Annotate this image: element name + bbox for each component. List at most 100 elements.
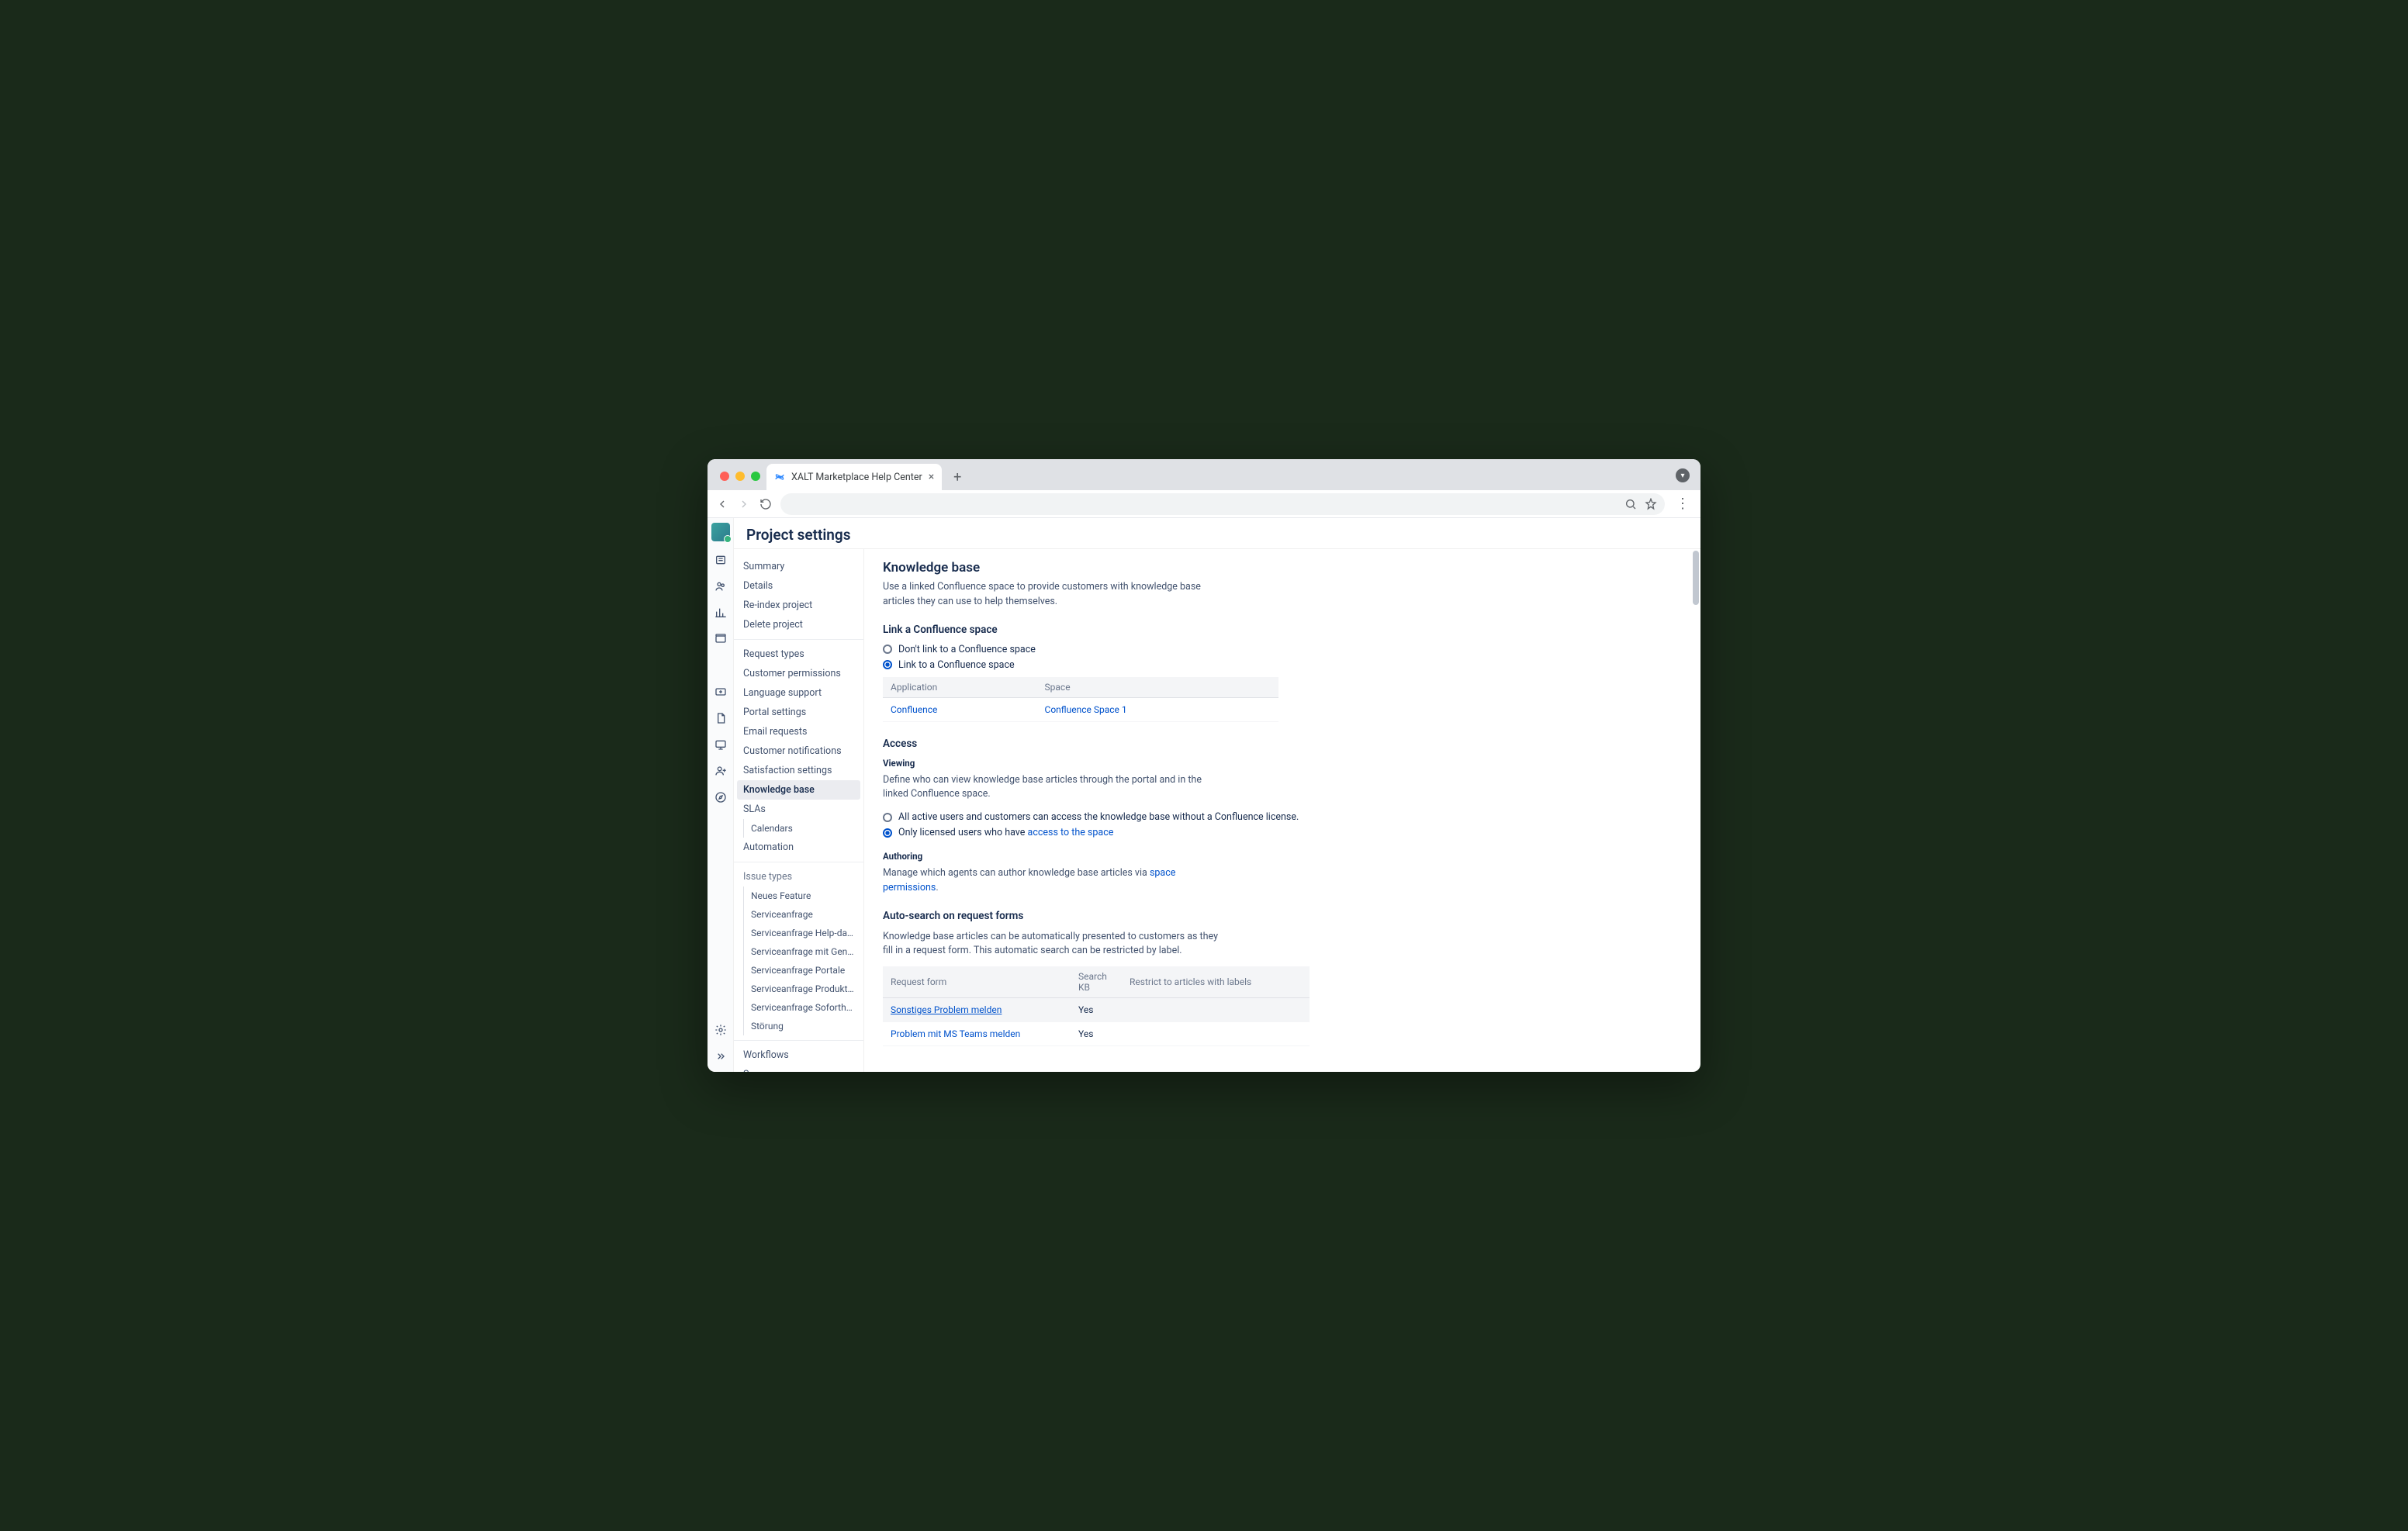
close-window-button[interactable] bbox=[720, 472, 729, 481]
sidebar-issue-type[interactable]: Serviceanfrage Help-davinte... bbox=[734, 924, 863, 942]
bookmark-star-icon[interactable] bbox=[1645, 498, 1657, 510]
authoring-text: Manage which agents can author knowledge… bbox=[883, 866, 1224, 896]
address-bar[interactable] bbox=[780, 493, 1665, 515]
app-root: Project settings SummaryDetailsRe-index … bbox=[708, 518, 1700, 1072]
chrome-toolbar: ⋮ bbox=[708, 490, 1700, 518]
expand-rail-icon[interactable] bbox=[713, 1049, 728, 1064]
sidebar-item[interactable]: Request types bbox=[734, 645, 863, 664]
request-form-link[interactable]: Sonstiges Problem melden bbox=[891, 1004, 1002, 1015]
restrict-cell bbox=[1122, 1022, 1310, 1046]
chrome-tab-strip: XALT Marketplace Help Center × + ▾ bbox=[708, 459, 1700, 490]
sidebar-issue-type[interactable]: Störung bbox=[734, 1017, 863, 1035]
sidebar-item[interactable]: Language support bbox=[734, 683, 863, 703]
table-row[interactable]: Sonstiges Problem melden Yes bbox=[883, 998, 1310, 1022]
sidebar-item[interactable]: Knowledge base bbox=[737, 780, 860, 800]
radio-all-users[interactable]: All active users and customers can acces… bbox=[883, 811, 1682, 823]
kb-title: Knowledge base bbox=[883, 560, 1682, 575]
autosearch-description: Knowledge base articles can be automatic… bbox=[883, 930, 1224, 959]
autosearch-heading: Auto-search on request forms bbox=[883, 910, 1682, 922]
invite-team-icon[interactable] bbox=[713, 763, 728, 779]
viewing-description: Define who can view knowledge base artic… bbox=[883, 773, 1224, 803]
th-request-form: Request form bbox=[883, 966, 1071, 998]
sidebar-issue-type[interactable]: Neues Feature bbox=[734, 886, 863, 905]
page-title: Project settings bbox=[746, 526, 1688, 544]
customers-icon[interactable] bbox=[713, 579, 728, 594]
window-controls bbox=[714, 472, 766, 490]
sidebar-issue-type[interactable]: Serviceanfrage Portale bbox=[734, 961, 863, 980]
access-space-link[interactable]: access to the space bbox=[1028, 827, 1114, 838]
radio-licensed-users[interactable]: Only licensed users who have access to t… bbox=[883, 827, 1682, 838]
channels-icon[interactable] bbox=[713, 737, 728, 752]
link-space-heading: Link a Confluence space bbox=[883, 624, 1682, 636]
search-kb-cell: Yes bbox=[1071, 1022, 1122, 1046]
browser-tab[interactable]: XALT Marketplace Help Center × bbox=[766, 464, 942, 490]
page-header: Project settings bbox=[734, 518, 1700, 549]
search-kb-cell: Yes bbox=[1071, 998, 1122, 1022]
tab-list-button[interactable]: ▾ bbox=[1676, 468, 1690, 482]
space-link[interactable]: Confluence Space 1 bbox=[1045, 704, 1127, 715]
th-search-kb: Search KB bbox=[1071, 966, 1122, 998]
sidebar-item[interactable]: Delete project bbox=[734, 615, 863, 634]
radio-icon bbox=[883, 660, 892, 669]
body: SummaryDetailsRe-index projectDelete pro… bbox=[734, 549, 1700, 1072]
sidebar-item[interactable]: Satisfaction settings bbox=[734, 761, 863, 780]
radio-label: Don't link to a Confluence space bbox=[898, 644, 1036, 655]
sidebar-item[interactable]: Screens bbox=[734, 1065, 863, 1072]
request-forms-table: Request form Search KB Restrict to artic… bbox=[883, 966, 1310, 1046]
radio-link-space[interactable]: Link to a Confluence space bbox=[883, 659, 1682, 671]
sidebar-issue-type[interactable]: Serviceanfrage Produkte & ... bbox=[734, 980, 863, 998]
sidebar-item[interactable]: Workflows bbox=[734, 1045, 863, 1065]
viewing-heading: Viewing bbox=[883, 758, 1682, 769]
sidebar-subitem-calendars[interactable]: Calendars bbox=[734, 819, 863, 838]
sidebar-issue-type[interactable]: Serviceanfrage Soforthilfe bbox=[734, 998, 863, 1017]
raise-request-icon[interactable] bbox=[713, 631, 728, 647]
add-item-icon[interactable] bbox=[713, 684, 728, 700]
sidebar-item[interactable]: Automation bbox=[734, 838, 863, 857]
maximize-window-button[interactable] bbox=[751, 472, 760, 481]
th-application: Application bbox=[883, 677, 1037, 698]
application-link[interactable]: Confluence bbox=[891, 704, 937, 715]
scrollbar-thumb[interactable] bbox=[1693, 551, 1699, 605]
sidebar-item[interactable]: Portal settings bbox=[734, 703, 863, 722]
page-icon[interactable] bbox=[713, 710, 728, 726]
new-tab-button[interactable]: + bbox=[946, 466, 968, 488]
compass-icon[interactable] bbox=[713, 790, 728, 805]
sidebar-item[interactable]: Details bbox=[734, 576, 863, 596]
sidebar-item[interactable]: Customer permissions bbox=[734, 664, 863, 683]
radio-label: Link to a Confluence space bbox=[898, 659, 1015, 671]
table-row[interactable]: Problem mit MS Teams melden Yes bbox=[883, 1022, 1310, 1046]
confluence-favicon-icon bbox=[774, 472, 785, 482]
left-rail bbox=[708, 518, 734, 1072]
project-settings-icon[interactable] bbox=[713, 1022, 728, 1038]
radio-icon bbox=[883, 645, 892, 654]
sidebar-item[interactable]: Email requests bbox=[734, 722, 863, 741]
sidebar-label-issue-types: Issue types bbox=[734, 867, 863, 886]
radio-icon bbox=[883, 813, 892, 822]
reload-button[interactable] bbox=[759, 497, 773, 511]
restrict-cell bbox=[1122, 998, 1310, 1022]
forward-button[interactable] bbox=[737, 497, 751, 511]
back-button[interactable] bbox=[715, 497, 729, 511]
sidebar-item[interactable]: Customer notifications bbox=[734, 741, 863, 761]
access-heading: Access bbox=[883, 738, 1682, 750]
zoom-icon[interactable] bbox=[1624, 498, 1637, 510]
sidebar-issue-type[interactable]: Serviceanfrage mit Genehmi... bbox=[734, 942, 863, 961]
sidebar-issue-type[interactable]: Serviceanfrage bbox=[734, 905, 863, 924]
sidebar-item[interactable]: SLAs bbox=[734, 800, 863, 819]
radio-label: Only licensed users who have access to t… bbox=[898, 827, 1113, 838]
radio-dont-link[interactable]: Don't link to a Confluence space bbox=[883, 644, 1682, 655]
minimize-window-button[interactable] bbox=[735, 472, 745, 481]
tab-close-icon[interactable]: × bbox=[929, 471, 934, 483]
browser-menu-button[interactable]: ⋮ bbox=[1673, 496, 1693, 512]
tab-title: XALT Marketplace Help Center bbox=[791, 472, 922, 483]
project-avatar[interactable] bbox=[711, 523, 730, 541]
content-area: Project settings SummaryDetailsRe-index … bbox=[734, 518, 1700, 1072]
queues-icon[interactable] bbox=[713, 552, 728, 568]
sidebar-item[interactable]: Summary bbox=[734, 557, 863, 576]
reports-icon[interactable] bbox=[713, 605, 728, 620]
kb-description: Use a linked Confluence space to provide… bbox=[883, 580, 1224, 610]
authoring-heading: Authoring bbox=[883, 851, 1682, 862]
radio-icon bbox=[883, 828, 892, 838]
sidebar-item[interactable]: Re-index project bbox=[734, 596, 863, 615]
request-form-link[interactable]: Problem mit MS Teams melden bbox=[891, 1028, 1020, 1039]
